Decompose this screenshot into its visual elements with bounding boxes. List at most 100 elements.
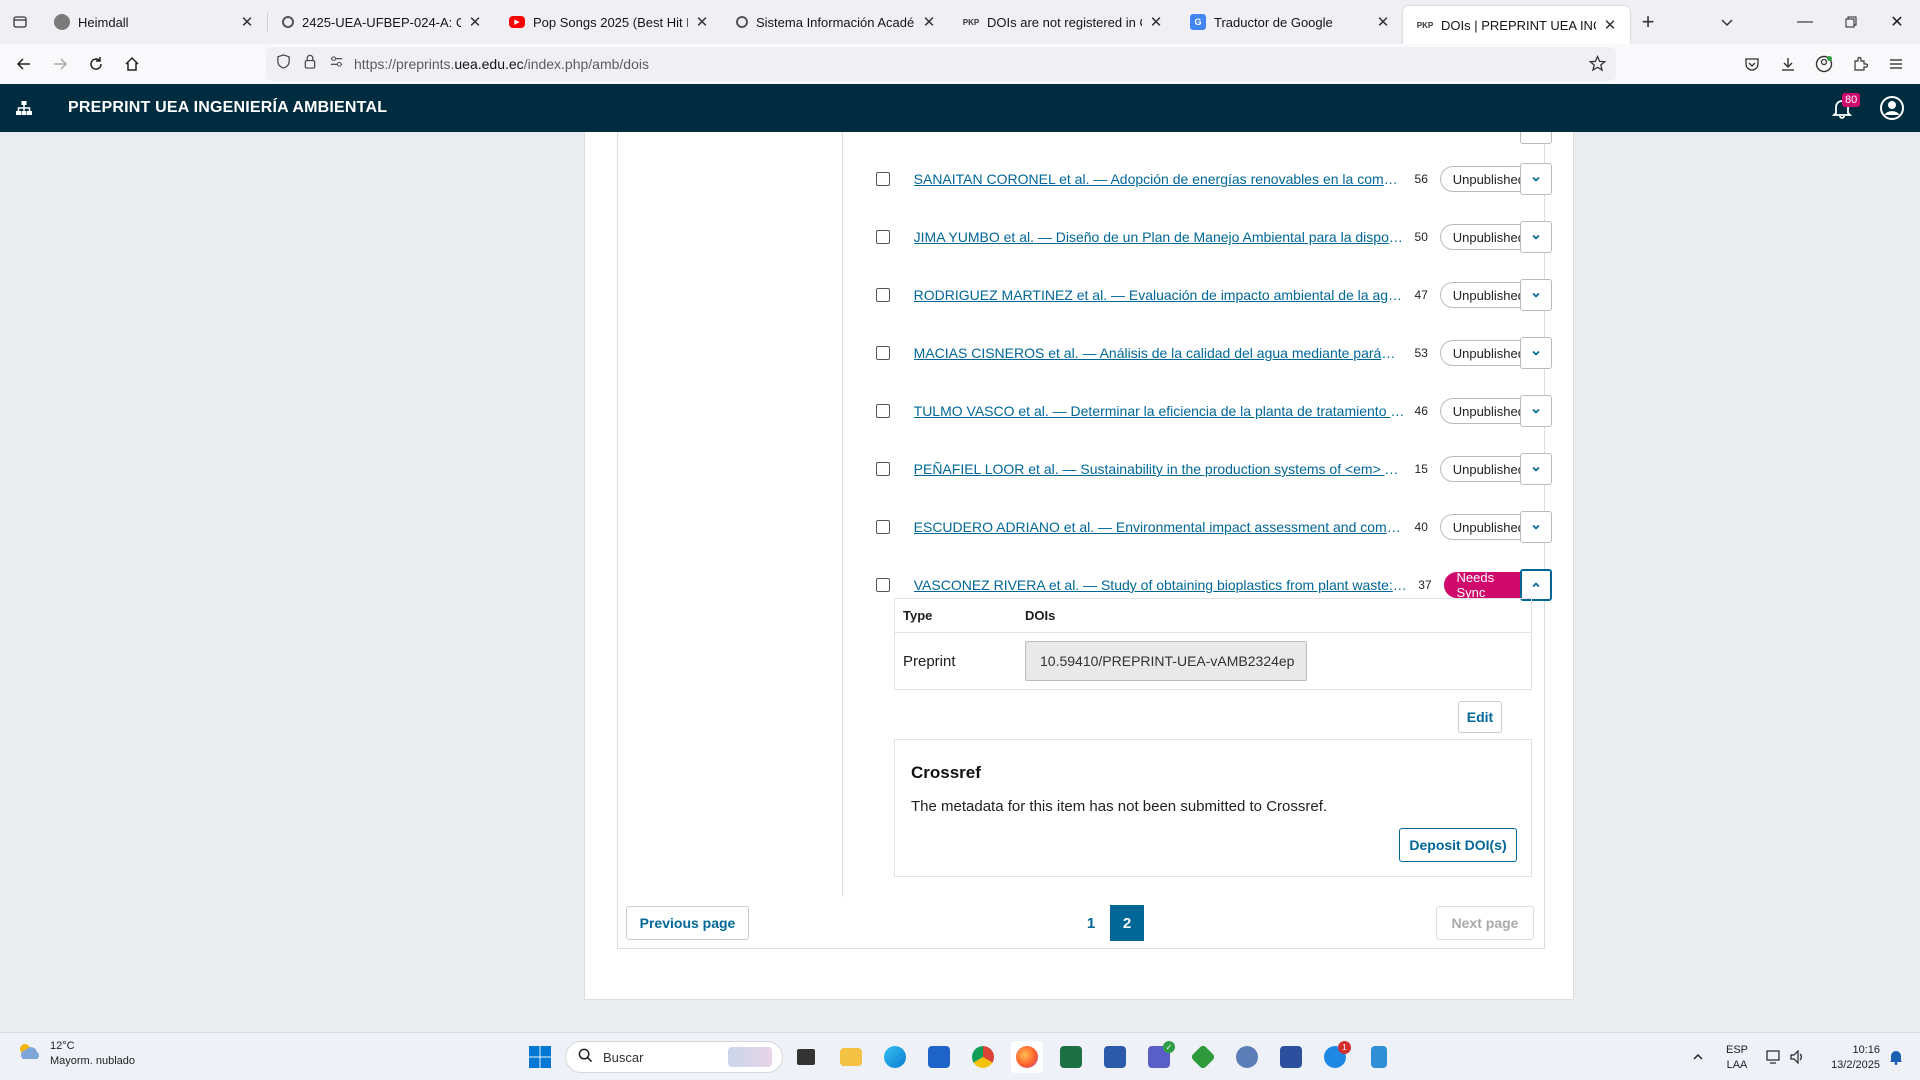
browser-tab-translate[interactable]: G Traductor de Google ✕ [1176, 0, 1403, 44]
moodle-icon [282, 16, 294, 28]
expand-chevron-icon[interactable] [1520, 132, 1552, 144]
home-icon[interactable] [114, 48, 150, 80]
edge-icon[interactable] [879, 1041, 911, 1073]
submission-link[interactable]: PEÑAFIEL LOOR et al. — Sustainability in… [914, 461, 1405, 477]
select-checkbox[interactable] [876, 346, 890, 360]
input-language[interactable]: ESP LAA [1722, 1043, 1752, 1073]
close-window-button[interactable]: ✕ [1874, 0, 1920, 44]
expand-chevron-icon[interactable] [1520, 395, 1552, 427]
select-checkbox[interactable] [876, 172, 890, 186]
account-icon[interactable] [1806, 44, 1842, 84]
collapse-chevron-icon[interactable] [1520, 569, 1552, 601]
browser-tab-dois[interactable]: PKP DOIs | PREPRINT UEA INGENIER ✕ [1403, 6, 1630, 44]
doi-details-table: Type DOIs Preprint 10.59410/PREPRINT-UEA… [894, 598, 1532, 690]
forward-arrow-icon[interactable] [42, 48, 78, 80]
select-checkbox[interactable] [876, 230, 890, 244]
save-floppy-icon[interactable] [1275, 1041, 1307, 1073]
deposit-dois-button[interactable]: Deposit DOI(s) [1399, 828, 1517, 862]
firefox-icon[interactable] [1011, 1041, 1043, 1073]
submission-link[interactable]: RODRIGUEZ MARTINEZ et al. — Evaluación d… [914, 287, 1405, 303]
word-icon[interactable] [1099, 1041, 1131, 1073]
close-icon[interactable]: ✕ [1375, 13, 1391, 31]
submission-link[interactable]: SANAITAN CORONEL et al. — Adopción de en… [914, 171, 1405, 187]
select-checkbox[interactable] [876, 462, 890, 476]
select-checkbox[interactable] [876, 404, 890, 418]
bookmark-star-icon[interactable] [1588, 55, 1607, 77]
url-text[interactable]: https://preprints.uea.edu.ec/index.php/a… [354, 56, 649, 72]
close-icon[interactable]: ✕ [1148, 13, 1164, 31]
weather-widget[interactable]: 12°C Mayorm. nublado [16, 1039, 135, 1069]
microsoft-store-icon[interactable] [923, 1041, 955, 1073]
messenger-icon[interactable]: 1 [1319, 1041, 1351, 1073]
address-bar[interactable]: https://preprints.uea.edu.ec/index.php/a… [266, 47, 1616, 81]
select-checkbox[interactable] [876, 578, 890, 592]
browser-tab-sia[interactable]: Sistema Información Académica ✕ [722, 0, 949, 44]
submission-link[interactable]: TULMO VASCO et al. — Determinar la efici… [914, 403, 1405, 419]
close-icon[interactable]: ✕ [467, 13, 483, 31]
expand-chevron-icon[interactable] [1520, 511, 1552, 543]
browser-tab-youtube[interactable]: ▶ Pop Songs 2025 (Best Hit Music ✕ [495, 0, 722, 44]
chrome-icon[interactable] [967, 1041, 999, 1073]
system-clock[interactable]: 10:16 13/2/2025 [1808, 1043, 1886, 1073]
browser-tab-pkp-forum[interactable]: PKP DOIs are not registered in OPS ✕ [949, 0, 1176, 44]
notifications-bell-icon[interactable]: 80 [1822, 84, 1862, 132]
sitemap-icon[interactable] [0, 84, 48, 132]
teams-icon[interactable]: ✓ [1143, 1041, 1175, 1073]
browser-tab-moodle[interactable]: 2425-UEA-UFBEP-024-A: Cuesti ✕ [268, 0, 495, 44]
notification-bell-icon[interactable] [1880, 1041, 1912, 1073]
tab-list-icon[interactable] [0, 0, 40, 44]
excel-icon[interactable] [1055, 1041, 1087, 1073]
doi-input-readonly[interactable]: 10.59410/PREPRINT-UEA-vAMB2324ep [1025, 641, 1307, 681]
submission-link[interactable]: MACIAS CISNEROS et al. — Análisis de la … [914, 345, 1405, 361]
previous-page-button[interactable]: Previous page [626, 906, 749, 940]
page-1-button[interactable]: 1 [1074, 905, 1108, 941]
expand-chevron-icon[interactable] [1520, 337, 1552, 369]
new-tab-button[interactable]: + [1630, 0, 1666, 44]
next-page-button[interactable]: Next page [1436, 906, 1534, 940]
divider [842, 132, 843, 897]
task-view-icon[interactable] [790, 1041, 822, 1073]
downloads-icon[interactable] [1770, 44, 1806, 84]
submission-id: 47 [1414, 288, 1428, 302]
lock-icon[interactable] [303, 54, 317, 74]
submission-link[interactable]: VASCONEZ RIVERA et al. — Study of obtain… [914, 577, 1409, 593]
restore-button[interactable] [1828, 0, 1874, 44]
taskbar-search-input[interactable]: Buscar [565, 1041, 783, 1073]
url-prefix: https://preprints. [354, 56, 455, 72]
app-icon[interactable] [1187, 1041, 1219, 1073]
select-checkbox[interactable] [876, 520, 890, 534]
back-arrow-icon[interactable] [6, 48, 42, 80]
submission-link[interactable]: ESCUDERO ADRIANO et al. — Environmental … [914, 519, 1405, 535]
close-icon[interactable]: ✕ [1602, 16, 1618, 34]
browser-tab-heimdall[interactable]: Heimdall ✕ [40, 0, 267, 44]
select-checkbox[interactable] [876, 288, 890, 302]
submission-link[interactable]: JIMA YUMBO et al. — Diseño de un Plan de… [914, 229, 1405, 245]
expand-chevron-icon[interactable] [1520, 279, 1552, 311]
tab-overflow-chevron-icon[interactable] [1712, 0, 1742, 44]
reload-icon[interactable] [78, 48, 114, 80]
expand-chevron-icon[interactable] [1520, 163, 1552, 195]
shield-icon[interactable] [276, 54, 291, 74]
file-explorer-icon[interactable] [835, 1041, 867, 1073]
expand-chevron-icon[interactable] [1520, 453, 1552, 485]
extensions-icon[interactable] [1842, 44, 1878, 84]
permissions-icon[interactable] [329, 54, 344, 74]
teams-notification-badge: 1 [1338, 1041, 1351, 1054]
clock-time: 10:16 [1852, 1044, 1880, 1056]
tray-chevron-up-icon[interactable] [1682, 1041, 1714, 1073]
user-profile-icon[interactable] [1872, 84, 1912, 132]
windows-start-icon[interactable] [524, 1041, 556, 1073]
minimize-button[interactable]: — [1782, 0, 1828, 44]
site-title[interactable]: PREPRINT UEA INGENIERÍA AMBIENTAL [68, 99, 387, 117]
close-icon[interactable]: ✕ [694, 13, 710, 31]
pocket-icon[interactable] [1734, 44, 1770, 84]
page-2-button[interactable]: 2 [1110, 905, 1144, 941]
settings-gear-icon[interactable] [1231, 1041, 1263, 1073]
hamburger-menu-icon[interactable] [1878, 44, 1914, 84]
edit-button[interactable]: Edit [1458, 701, 1502, 733]
close-icon[interactable]: ✕ [921, 13, 937, 31]
expand-chevron-icon[interactable] [1520, 221, 1552, 253]
clock-date: 13/2/2025 [1831, 1059, 1880, 1071]
close-icon[interactable]: ✕ [239, 13, 255, 31]
notepad-icon[interactable] [1363, 1041, 1395, 1073]
